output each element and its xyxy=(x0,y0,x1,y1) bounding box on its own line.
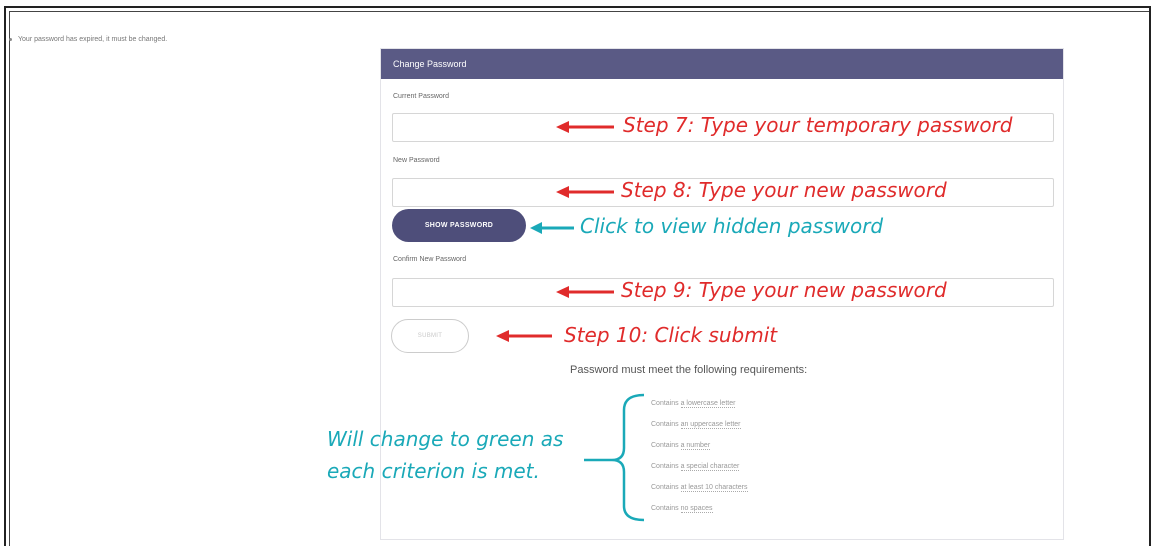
step10-annotation: Step 10: Click submit xyxy=(564,323,778,347)
current-password-label: Current Password xyxy=(393,93,450,100)
panel-header: Change Password xyxy=(381,49,1063,79)
submit-button[interactable]: SUBMIT xyxy=(391,319,469,353)
green-annotation-line: each criterion is met. xyxy=(327,459,540,483)
password-expired-notice: Your password has expired, it must be ch… xyxy=(9,36,167,43)
requirement-item: Contains no spaces xyxy=(651,502,748,523)
requirement-criterion: at least 10 characters xyxy=(680,484,748,492)
step9-annotation: Step 9: Type your new password xyxy=(621,278,947,302)
requirement-item: Contains a lowercase letter xyxy=(651,397,748,418)
show-password-annotation: Click to view hidden password xyxy=(580,214,884,238)
step10-arrow-icon xyxy=(496,330,552,342)
requirement-item: Contains a number xyxy=(651,439,748,460)
requirement-item: Contains a special character xyxy=(651,460,748,481)
requirements-list: Contains a lowercase letter Contains an … xyxy=(651,397,748,523)
new-password-label: New Password xyxy=(393,157,440,164)
requirement-prefix: Contains xyxy=(651,463,681,470)
step7-arrow-icon xyxy=(556,121,614,133)
green-annotation-line: Will change to green as xyxy=(327,427,564,451)
requirement-item: Contains at least 10 characters xyxy=(651,481,748,502)
requirement-prefix: Contains xyxy=(651,484,681,491)
requirements-title: Password must meet the following require… xyxy=(570,364,808,376)
step8-arrow-icon xyxy=(556,186,614,198)
step7-annotation: Step 7: Type your temporary password xyxy=(623,113,1013,137)
bullet-icon xyxy=(9,37,12,41)
confirm-password-label: Confirm New Password xyxy=(393,256,467,263)
notice-text: Your password has expired, it must be ch… xyxy=(18,36,168,43)
requirement-prefix: Contains xyxy=(651,442,681,449)
requirement-criterion: an uppercase letter xyxy=(680,421,741,429)
requirement-criterion: a special character xyxy=(680,463,740,471)
requirement-prefix: Contains xyxy=(651,421,681,428)
requirement-prefix: Contains xyxy=(651,400,681,407)
requirement-criterion: no spaces xyxy=(680,505,713,513)
green-criteria-annotation: Will change to green as each criterion i… xyxy=(327,423,563,487)
show-password-button[interactable]: SHOW PASSWORD xyxy=(392,209,526,242)
step8-annotation: Step 8: Type your new password xyxy=(621,178,947,202)
show-password-arrow-icon xyxy=(530,222,574,234)
step9-arrow-icon xyxy=(556,286,614,298)
requirement-criterion: a lowercase letter xyxy=(680,400,736,408)
requirement-criterion: a number xyxy=(680,442,711,450)
requirements-bracket-icon xyxy=(584,393,645,522)
requirement-item: Contains an uppercase letter xyxy=(651,418,748,439)
requirement-prefix: Contains xyxy=(651,505,681,512)
